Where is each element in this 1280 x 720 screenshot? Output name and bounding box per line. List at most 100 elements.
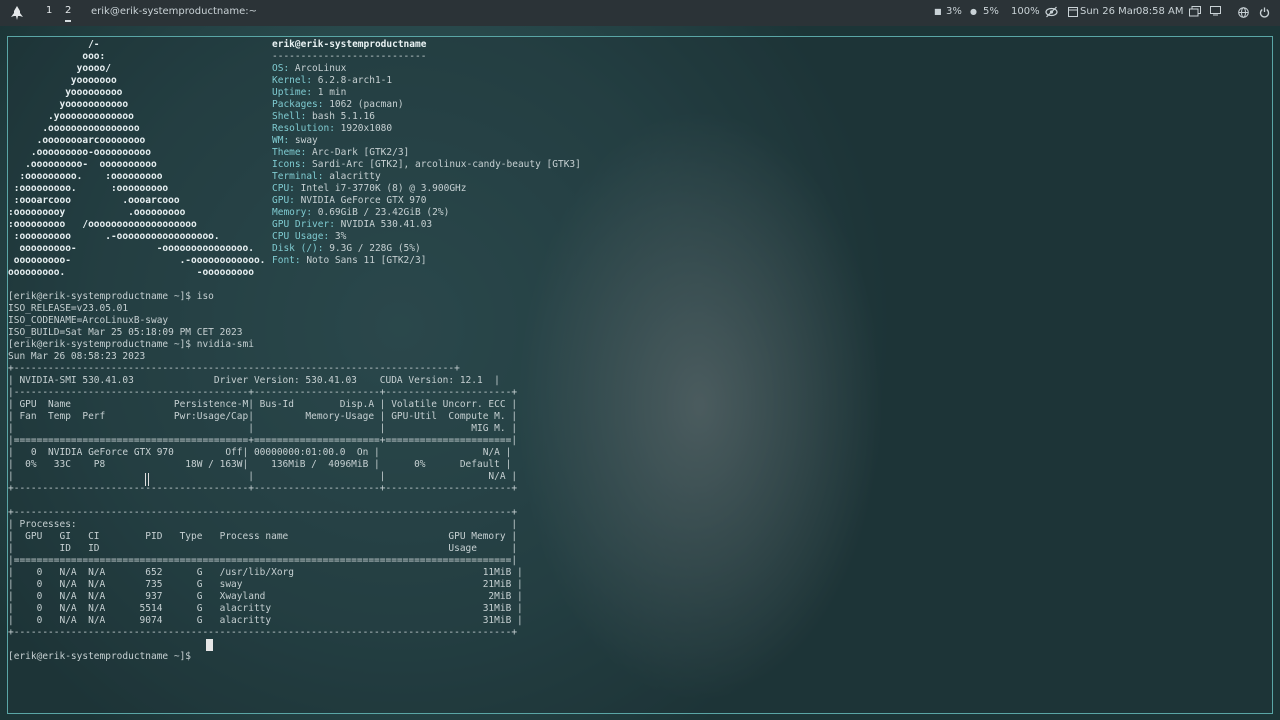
output-line: | Fan Temp Perf Pwr:Usage/Cap| Memory-Us… (8, 411, 518, 422)
info-value: 1062 (pacman) (329, 99, 404, 110)
cpu-icon: ■ (934, 7, 942, 16)
logo-line: yoooo/ (8, 63, 111, 74)
info-header: erik@erik-systemproductname (272, 39, 427, 50)
info-key: Disk (/): (272, 243, 330, 254)
logo-line: :ooooooooo. :ooooooooo (8, 183, 169, 194)
info-key: Kernel: (272, 75, 318, 86)
output-line: | 0 N/A N/A 5514 G alacritty 31MiB | (8, 603, 523, 614)
date-display[interactable]: Sun 26 Mar (1080, 6, 1137, 17)
logo-line: ooooooooo- .-oooooooooooo. (8, 255, 266, 266)
info-key: Memory: (272, 207, 318, 218)
logo-line: :ooooooooo .-ooooooooooooooooo. (8, 231, 220, 242)
power-icon[interactable] (1259, 7, 1270, 18)
info-row: OS: ArcoLinux (272, 63, 346, 75)
brightness-level[interactable]: 100% (1011, 6, 1040, 17)
rocket-launcher-icon[interactable] (11, 6, 23, 20)
idle-inhibitor-icon[interactable] (1045, 6, 1058, 18)
calendar-icon (1068, 7, 1078, 17)
window-layout-icon[interactable] (1189, 6, 1201, 17)
info-key: GPU: (272, 195, 301, 206)
info-value: NVIDIA GeForce GTX 970 (300, 195, 427, 206)
info-row: Memory: 0.69GiB / 23.42GiB (2%) (272, 207, 449, 219)
terminal-window[interactable]: /- ooo: yoooo/ yooooooo yooooooooo yoooo… (7, 36, 1273, 714)
info-key: OS: (272, 63, 295, 74)
logo-line: yooooooooo (8, 87, 123, 98)
logo-line: .oooooooooooooooo (8, 123, 140, 134)
clock[interactable]: 08:58 AM (1136, 6, 1183, 17)
info-key: Shell: (272, 111, 313, 122)
network-globe-icon[interactable] (1238, 7, 1249, 18)
logo-line: .yooooooooooooo (8, 111, 134, 122)
output-line: | 0% 33C P8 18W / 163W| 136MiB / 4096MiB… (8, 459, 512, 470)
memory-icon: ● (970, 7, 977, 16)
output-line: | GPU GI CI PID Type Process name GPU Me… (8, 531, 518, 542)
info-row: Resolution: 1920x1080 (272, 123, 392, 135)
info-key: Packages: (272, 99, 330, 110)
info-value: 0.69GiB / 23.42GiB (2%) (317, 207, 450, 218)
logo-line: .oooooooarcoooooooo (8, 135, 146, 146)
info-value: Sardi-Arc [GTK2], arcolinux-candy-beauty… (312, 159, 581, 170)
text-cursor (206, 639, 213, 651)
info-key: Terminal: (272, 171, 330, 182)
output-line: +---------------------------------------… (8, 483, 518, 494)
workspace-2[interactable]: 2 (65, 5, 72, 22)
info-key: Uptime: (272, 87, 318, 98)
output-line: Sun Mar 26 08:58:23 2023 (8, 351, 146, 362)
workspace-1[interactable]: 1 (46, 5, 52, 16)
output-line: |---------------------------------------… (8, 387, 518, 398)
window-title: erik@erik-systemproductname:~ (91, 6, 257, 17)
output-line: [erik@erik-systemproductname ~]$ iso (8, 291, 214, 302)
info-key: CPU: (272, 183, 301, 194)
info-key: Font: (272, 255, 307, 266)
logo-line: yooooooo (8, 75, 117, 86)
mouse-ibeam-cursor (145, 473, 149, 486)
output-line: +---------------------------------------… (8, 507, 518, 518)
output-line: | 0 N/A N/A 9074 G alacritty 31MiB | (8, 615, 523, 626)
logo-line: .ooooooooo-oooooooooo (8, 147, 151, 158)
cpu-usage[interactable]: 3% (946, 6, 962, 17)
logo-line: :oooarcooo .oooarcooo (8, 195, 180, 206)
output-line: | | | MIG M. | (8, 423, 518, 434)
info-value: 1 min (317, 87, 347, 98)
info-value: bash 5.1.16 (312, 111, 375, 122)
info-row: GPU Driver: NVIDIA 530.41.03 (272, 219, 432, 231)
display-icon[interactable] (1210, 6, 1221, 16)
info-key: CPU Usage: (272, 231, 335, 242)
info-row: CPU Usage: 3% (272, 231, 346, 243)
logo-line: ooo: (8, 51, 106, 62)
info-row: Packages: 1062 (pacman) (272, 99, 404, 111)
output-line: | GPU Name Persistence-M| Bus-Id Disp.A … (8, 399, 518, 410)
info-value: 9.3G / 228G (5%) (329, 243, 421, 254)
info-value: Noto Sans 11 [GTK2/3] (306, 255, 427, 266)
logo-line: ooooooooo. -ooooooooo (8, 267, 254, 278)
info-row: Disk (/): 9.3G / 228G (5%) (272, 243, 421, 255)
info-key: GPU Driver: (272, 219, 341, 230)
info-key: Resolution: (272, 123, 341, 134)
info-value: ArcoLinux (294, 63, 347, 74)
info-row: Terminal: alacritty (272, 171, 381, 183)
output-line: | 0 N/A N/A 735 G sway 21MiB | (8, 579, 523, 590)
output-line: | 0 N/A N/A 937 G Xwayland 2MiB | (8, 591, 523, 602)
output-line: | Processes: | (8, 519, 518, 530)
logo-line: :ooooooooo. :ooooooooo (8, 171, 163, 182)
info-row: Kernel: 6.2.8-arch1-1 (272, 75, 392, 87)
info-value: Arc-Dark [GTK2/3] (312, 147, 410, 158)
info-value: NVIDIA 530.41.03 (340, 219, 433, 230)
info-key: Icons: (272, 159, 313, 170)
info-row: GPU: NVIDIA GeForce GTX 970 (272, 195, 426, 207)
output-line: | ID ID Usage | (8, 543, 518, 554)
info-row: Font: Noto Sans 11 [GTK2/3] (272, 255, 426, 267)
output-line: +---------------------------------------… (8, 627, 518, 638)
output-line: | | | N/A | (8, 471, 518, 482)
info-value: 1920x1080 (340, 123, 393, 134)
output-line: |=======================================… (8, 435, 518, 446)
info-row: Uptime: 1 min (272, 87, 346, 99)
memory-usage[interactable]: 5% (983, 6, 999, 17)
logo-line: ooooooooo- -ooooooooooooooo. (8, 243, 254, 254)
output-line: ISO_RELEASE=v23.05.01 (8, 303, 129, 314)
output-line: ISO_BUILD=Sat Mar 25 05:18:09 PM CET 202… (8, 327, 243, 338)
logo-line: :ooooooooy .ooooooooo (8, 207, 186, 218)
output-line: | 0 N/A N/A 652 G /usr/lib/Xorg 11MiB | (8, 567, 523, 578)
info-value: sway (294, 135, 318, 146)
output-line: [erik@erik-systemproductname ~]$ nvidia-… (8, 339, 254, 350)
